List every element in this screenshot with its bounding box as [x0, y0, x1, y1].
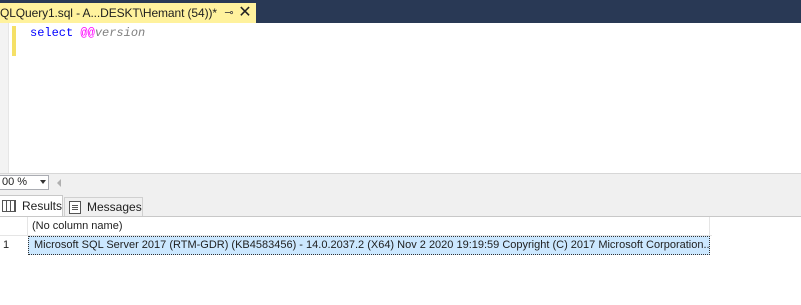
- query-tab-title: QLQuery1.sql - A...DESKT\Hemant (54))*: [0, 6, 217, 20]
- close-icon[interactable]: ✕: [238, 5, 252, 21]
- editor-status-bar: 00 %: [0, 173, 801, 192]
- messages-icon: [69, 200, 81, 214]
- result-cell[interactable]: Microsoft SQL Server 2017 (RTM-GDR) (KB4…: [28, 236, 710, 255]
- results-tab-strip: Results Messages: [0, 192, 801, 217]
- document-tabstrip: QLQuery1.sql - A...DESKT\Hemant (54))* ⊸…: [0, 0, 801, 23]
- pin-icon[interactable]: ⊸: [222, 6, 236, 20]
- grid-corner[interactable]: [0, 217, 28, 235]
- results-pane: Results Messages (No column name) 1 Micr…: [0, 192, 801, 305]
- query-document-tab[interactable]: QLQuery1.sql - A...DESKT\Hemant (54))* ⊸…: [0, 3, 256, 23]
- tab-results[interactable]: Results: [0, 195, 63, 216]
- column-header[interactable]: (No column name): [28, 217, 710, 235]
- table-row[interactable]: 1 Microsoft SQL Server 2017 (RTM-GDR) (K…: [0, 236, 712, 255]
- chevron-down-icon[interactable]: [40, 180, 46, 184]
- code-line-1[interactable]: select @@version: [30, 26, 145, 40]
- tab-results-label: Results: [21, 199, 62, 213]
- editor-margin: [0, 23, 9, 173]
- scroll-left-icon[interactable]: [57, 179, 61, 187]
- sql-variable-name: version: [94, 26, 146, 40]
- sql-keyword: select: [30, 26, 74, 40]
- tab-messages[interactable]: Messages: [64, 197, 143, 216]
- change-tracking-marker: [12, 26, 16, 56]
- grid-icon: [2, 200, 16, 212]
- zoom-dropdown[interactable]: 00 %: [0, 175, 49, 190]
- grid-header-row: (No column name): [0, 217, 712, 236]
- sql-variable-prefix: @@: [80, 26, 95, 40]
- tab-messages-label: Messages: [87, 200, 142, 214]
- row-number[interactable]: 1: [0, 236, 27, 255]
- query-editor[interactable]: select @@version: [0, 23, 801, 173]
- zoom-value: 00 %: [2, 176, 28, 188]
